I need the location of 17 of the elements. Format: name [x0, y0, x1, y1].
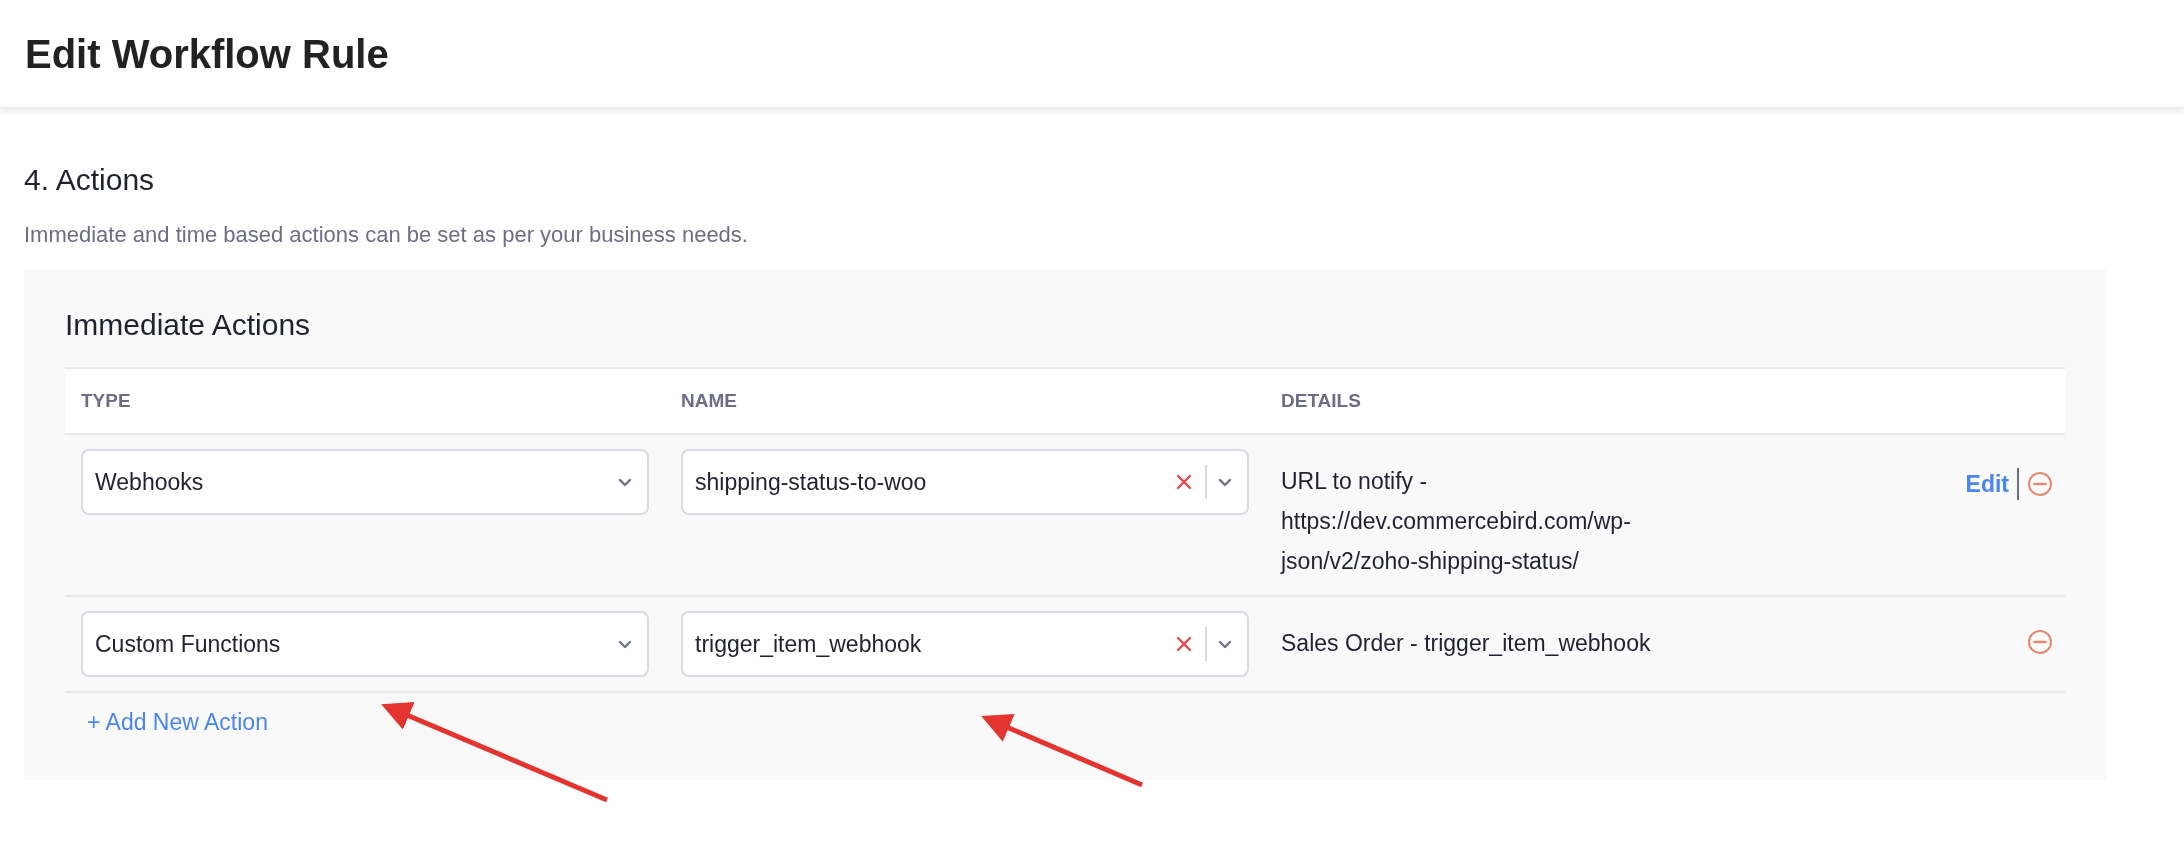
page-title: Edit Workflow Rule	[25, 30, 389, 78]
name-select[interactable]: trigger_item_webhook	[681, 611, 1249, 677]
clear-icon[interactable]	[1175, 635, 1193, 653]
type-select[interactable]: Custom Functions	[81, 611, 649, 677]
column-header: TYPE	[80, 388, 132, 413]
panel-title: Immediate Actions	[65, 307, 312, 343]
section-description: Immediate and time based actions can be set as per your business needs.	[24, 221, 749, 249]
section-title: 4. Actions	[24, 162, 156, 198]
type-select[interactable]: Webhooks	[81, 449, 649, 515]
clear-icon[interactable]	[1175, 473, 1193, 491]
name-select[interactable]: shipping-status-to-woo	[681, 449, 1249, 515]
column-header: NAME	[680, 388, 738, 413]
remove-icon[interactable]	[2027, 629, 2053, 655]
column-header: DETAILS	[1280, 388, 1362, 413]
remove-icon[interactable]	[2027, 471, 2053, 498]
action-details: Sales Order - trigger_item_webhook	[1281, 629, 1652, 658]
action-details: URL to notify - https://dev.commercebird.com/wp-json/v2/zoho-shipping-status/	[1281, 467, 1632, 576]
